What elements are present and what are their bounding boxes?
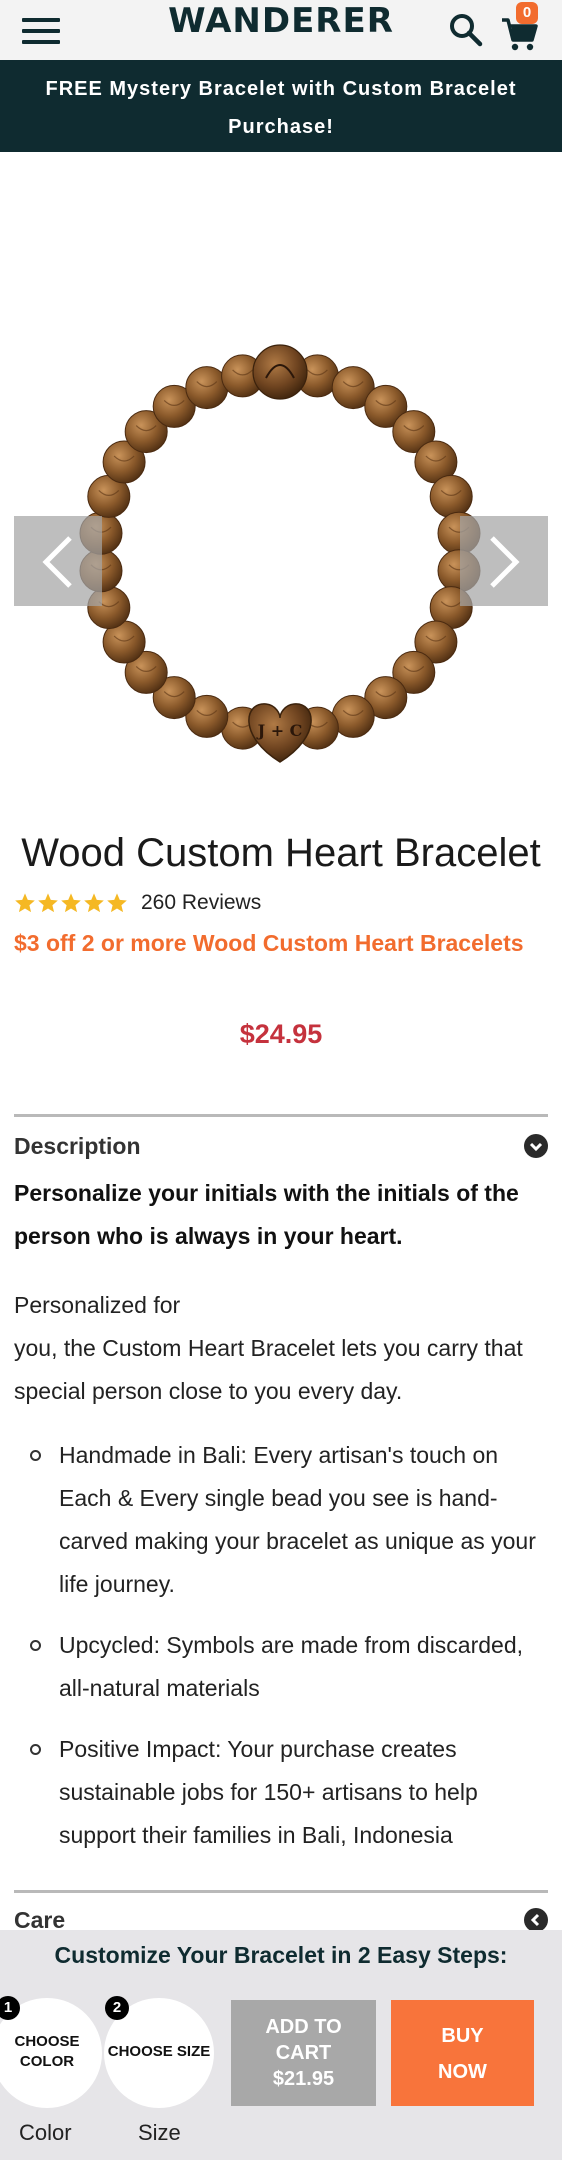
- choose-color-line1: CHOOSE: [14, 2033, 80, 2050]
- feature-text: Positive Impact: Your purchase creates s…: [59, 1736, 478, 1848]
- product-image[interactable]: J + C: [60, 332, 500, 772]
- star-icon: [61, 893, 81, 913]
- cart-button[interactable]: 0: [500, 2, 546, 51]
- chevron-right-icon: [490, 536, 520, 588]
- chevron-down-icon[interactable]: [524, 1134, 548, 1158]
- list-item: Handmade in Bali: Every artisan's touch …: [14, 1434, 548, 1606]
- heart-engraving: J + C: [256, 721, 303, 740]
- chevron-left-icon: [42, 536, 72, 588]
- gallery-prev-button[interactable]: [14, 516, 102, 606]
- star-icon: [107, 893, 127, 913]
- divider: [14, 1890, 548, 1893]
- customize-title: Customize Your Bracelet in 2 Easy Steps:: [54, 1942, 508, 1968]
- description-paragraph-line1: Personalized for: [14, 1292, 181, 1318]
- promo-banner[interactable]: FREE Mystery Bracelet with Custom Bracel…: [0, 60, 562, 152]
- choose-color-label: CHOOSE COLOR: [0, 2032, 102, 2072]
- feature-text: Handmade in Bali: Every artisan's touch …: [59, 1442, 536, 1597]
- reviews-count[interactable]: 260 Reviews: [141, 891, 261, 915]
- feature-text: Upcycled: Symbols are made from discarde…: [59, 1632, 524, 1701]
- product-rating[interactable]: 260 Reviews: [14, 888, 261, 918]
- description-heading: Description: [14, 1133, 141, 1159]
- buy-now-line1: BUY: [441, 2025, 484, 2047]
- description-paragraph: Personalized for you, the Custom Heart B…: [14, 1284, 548, 1413]
- description-lead: Personalize your initials with the initi…: [14, 1180, 519, 1249]
- star-icon: [84, 893, 104, 913]
- description-paragraph-line2: you, the Custom Heart Bracelet lets you …: [14, 1335, 523, 1404]
- color-caption: Color: [19, 2120, 72, 2145]
- bundle-offer: $3 off 2 or more Wood Custom Heart Brace…: [14, 930, 524, 956]
- description-features: Handmade in Bali: Every artisan's touch …: [14, 1434, 548, 1875]
- buy-now-button[interactable]: BUY NOW: [391, 2000, 534, 2106]
- list-item: Positive Impact: Your purchase creates s…: [14, 1728, 548, 1857]
- add-to-cart-button[interactable]: ADD TO CART $21.95: [231, 2000, 376, 2106]
- star-icon: [38, 893, 58, 913]
- description-accordion-header[interactable]: Description: [14, 1128, 548, 1164]
- product-gallery: J + C: [0, 152, 562, 812]
- divider: [14, 1114, 548, 1117]
- buy-now-line2: NOW: [438, 2061, 487, 2083]
- choose-size-label: CHOOSE SIZE: [107, 2043, 211, 2060]
- customize-sticky-bar: Customize Your Bracelet in 2 Easy Steps:…: [0, 1930, 562, 2160]
- add-to-cart-line2: CART: [275, 2042, 332, 2064]
- rating-stars: [14, 892, 129, 914]
- list-item: Upcycled: Symbols are made from discarde…: [14, 1624, 548, 1710]
- star-icon: [15, 893, 35, 913]
- product-title: Wood Custom Heart Bracelet: [21, 831, 541, 875]
- add-to-cart-price: $21.95: [272, 2068, 335, 2090]
- chevron-left-icon[interactable]: [524, 1908, 548, 1932]
- choose-color-line2: COLOR: [19, 2053, 75, 2070]
- add-to-cart-line1: ADD TO: [265, 2016, 342, 2038]
- product-price: $24.95: [239, 1019, 323, 1049]
- site-header: WANDERER 0: [0, 0, 562, 60]
- search-icon[interactable]: [448, 12, 484, 48]
- step-number-badge: 2: [105, 1996, 129, 2020]
- cart-count-badge: 0: [516, 2, 538, 24]
- gallery-next-button[interactable]: [460, 516, 548, 606]
- size-caption: Size: [138, 2120, 181, 2145]
